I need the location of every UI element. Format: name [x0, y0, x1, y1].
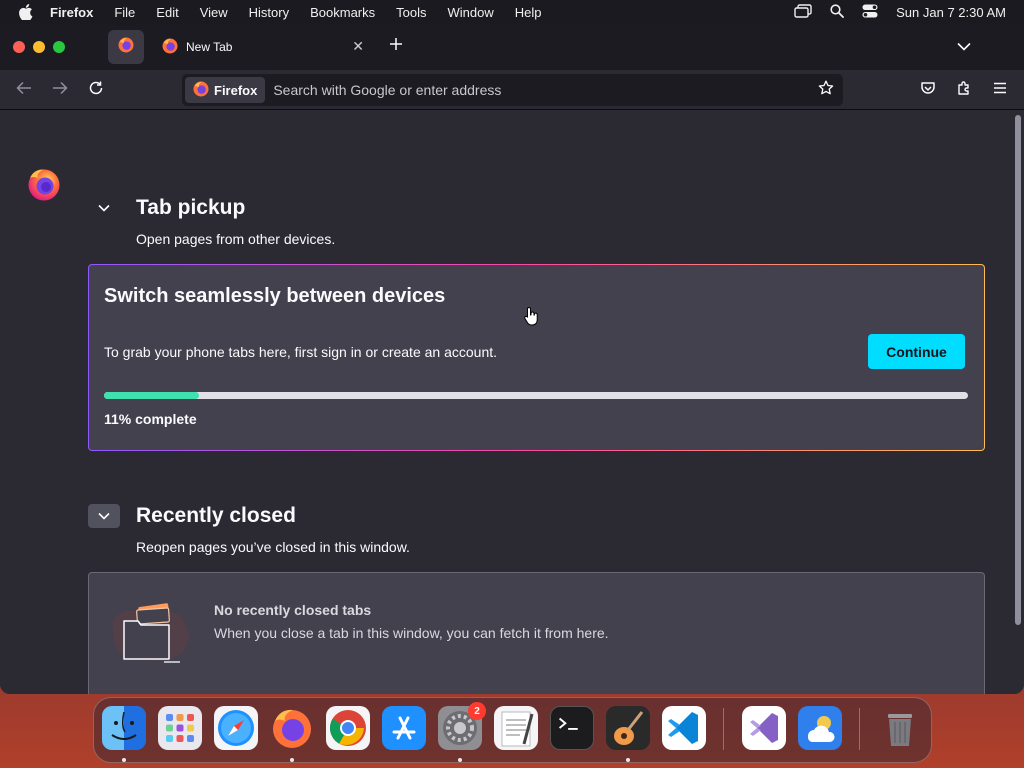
pinned-tab-firefox[interactable] — [108, 30, 144, 64]
list-all-tabs-button[interactable] — [954, 37, 974, 57]
firefox-running-indicator — [290, 758, 294, 762]
puzzle-piece-icon — [956, 80, 972, 101]
menu-file[interactable]: File — [114, 5, 135, 20]
menu-tools[interactable]: Tools — [396, 5, 426, 20]
empty-folder-illustration-icon — [109, 601, 191, 663]
page-scrollbar[interactable] — [1015, 115, 1021, 625]
finder-icon[interactable] — [102, 706, 146, 750]
terminal-icon[interactable] — [550, 706, 594, 750]
extensions-button[interactable] — [953, 80, 975, 100]
setup-progress-label: 11% complete — [104, 411, 197, 427]
tab-pickup-subtitle: Open pages from other devices. — [136, 231, 336, 247]
close-tab-icon[interactable]: ✕ — [352, 38, 364, 55]
system-settings-running-indicator — [458, 758, 462, 762]
firefox-view-page: Tab pickup Open pages from other devices… — [0, 111, 1024, 694]
tab-title: New Tab — [186, 40, 233, 54]
vscode-icon[interactable] — [662, 706, 706, 750]
window-zoom-button[interactable] — [53, 41, 65, 53]
arrow-left-icon — [16, 81, 32, 100]
new-tab-button[interactable] — [386, 36, 406, 56]
reload-button[interactable] — [85, 80, 107, 100]
app-menu-button[interactable] — [989, 80, 1011, 100]
star-icon — [818, 80, 834, 101]
dock-separator — [723, 708, 724, 750]
setup-progress-fill — [104, 392, 200, 399]
empty-state-title: No recently closed tabs — [214, 602, 372, 618]
screen-mirroring-icon[interactable] — [794, 3, 812, 21]
menu-bar: Firefox File Edit View History Bookmarks… — [0, 0, 1024, 24]
tab-pickup-setup-card: Switch seamlessly between devices To gra… — [88, 264, 985, 451]
recently-closed-subtitle: Reopen pages you’ve closed in this windo… — [136, 539, 410, 555]
garageband-icon[interactable] — [606, 706, 650, 750]
firefox-logo-icon — [118, 37, 134, 58]
app-store-icon[interactable] — [382, 706, 426, 750]
arrow-right-icon — [52, 81, 68, 100]
setup-progress-bar — [104, 392, 968, 399]
firefox-view-logo-icon — [27, 167, 61, 201]
spotlight-search-icon[interactable] — [830, 3, 845, 21]
firefox-favicon-icon — [162, 38, 178, 57]
visual-studio-icon[interactable] — [742, 706, 786, 750]
system-settings-badge: 2 — [468, 702, 486, 720]
plus-icon — [389, 37, 403, 56]
tab-new-tab[interactable]: New Tab ✕ — [152, 30, 374, 64]
window-minimize-button[interactable] — [33, 41, 45, 53]
menu-help[interactable]: Help — [515, 5, 542, 20]
chrome-icon[interactable] — [326, 706, 370, 750]
reload-icon — [88, 80, 104, 101]
menu-history[interactable]: History — [249, 5, 289, 20]
hamburger-menu-icon — [993, 81, 1007, 99]
menu-view[interactable]: View — [200, 5, 228, 20]
firefox-logo-icon — [193, 81, 209, 100]
finder-running-indicator — [122, 758, 126, 762]
menu-clock[interactable]: Sun Jan 7 2:30 AM — [896, 5, 1006, 20]
identity-box[interactable]: Firefox — [185, 77, 266, 103]
setup-card-text: To grab your phone tabs here, first sign… — [104, 344, 498, 360]
textedit-icon[interactable] — [494, 706, 538, 750]
address-bar[interactable]: Firefox — [182, 74, 843, 106]
trash-icon[interactable] — [878, 706, 922, 750]
chevron-down-icon — [957, 38, 971, 56]
chevron-down-icon — [98, 199, 110, 217]
firefox-dock-icon[interactable] — [270, 706, 314, 750]
pocket-button[interactable] — [917, 80, 939, 100]
window-close-button[interactable] — [13, 41, 25, 53]
menu-app-firefox[interactable]: Firefox — [50, 5, 93, 20]
setup-card-title: Switch seamlessly between devices — [104, 285, 446, 307]
recently-closed-card: No recently closed tabs When you close a… — [88, 572, 985, 694]
navigation-toolbar: Firefox — [0, 70, 1024, 110]
pocket-icon — [920, 80, 936, 101]
control-center-icon[interactable] — [862, 4, 878, 21]
tab-pickup-title: Tab pickup — [136, 196, 246, 219]
dock — [93, 697, 932, 763]
safari-icon[interactable] — [214, 706, 258, 750]
continue-button[interactable]: Continue — [868, 334, 965, 369]
launchpad-icon[interactable] — [158, 706, 202, 750]
recently-closed-collapse-button[interactable] — [88, 504, 120, 528]
dock-separator — [859, 708, 860, 750]
tab-bar: New Tab ✕ — [0, 24, 1024, 70]
menu-bookmarks[interactable]: Bookmarks — [310, 5, 375, 20]
firefox-window: New Tab ✕ Firefox Search with Google or … — [0, 24, 1024, 694]
chevron-down-icon — [98, 507, 110, 525]
identity-label: Firefox — [214, 82, 258, 98]
weather-icon[interactable] — [798, 706, 842, 750]
url-input[interactable] — [273, 77, 794, 103]
recently-closed-title: Recently closed — [136, 504, 296, 527]
hand-cursor-icon — [524, 306, 540, 326]
menu-edit[interactable]: Edit — [156, 5, 178, 20]
bookmark-star-button[interactable] — [817, 80, 835, 101]
back-button[interactable] — [13, 80, 35, 100]
menu-window[interactable]: Window — [448, 5, 494, 20]
forward-button[interactable] — [49, 80, 71, 100]
garageband-running-indicator — [626, 758, 630, 762]
apple-menu-icon[interactable] — [16, 0, 36, 24]
empty-state-text: When you close a tab in this window, you… — [214, 625, 609, 641]
tab-pickup-collapse-button[interactable] — [88, 196, 120, 220]
